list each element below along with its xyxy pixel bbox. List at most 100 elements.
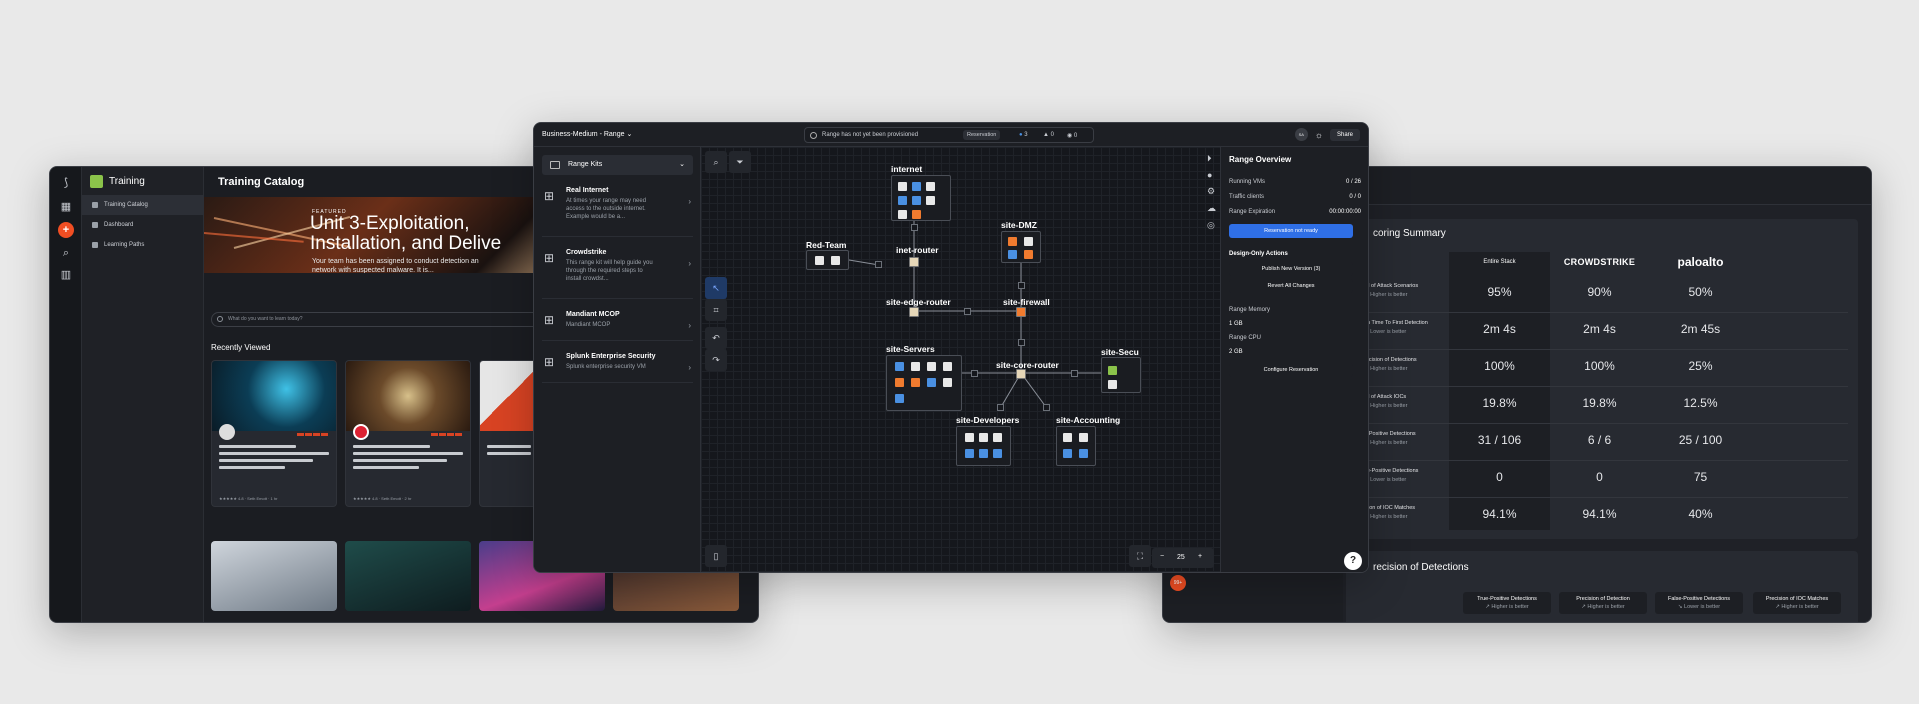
switch-icon[interactable] [1018,339,1025,346]
course-thumbnail [480,361,538,431]
switch-icon[interactable] [971,370,978,377]
sidebar-item-dashboard[interactable]: Dashboard [82,215,204,235]
library-icon[interactable]: ▥ [58,267,74,283]
count: 0 [1050,132,1054,138]
node-site-servers[interactable] [886,355,962,411]
switch-icon[interactable] [1018,282,1025,289]
metric-chip[interactable]: Precision of IOC Matches ↗ Higher is bett… [1753,592,1841,614]
record-icon[interactable]: ● [1207,170,1216,180]
score-cell: 19.8% [1582,396,1617,410]
range-memory-value: 1 GB [1229,321,1243,327]
card-meta: ★★★★★ 4.8 · Seth Emott · 1 hr [219,496,278,501]
sidebar-item-learning-paths[interactable]: Learning Paths [82,235,204,255]
metric-chip[interactable]: Precision of Detection ↗ Higher is better [1559,592,1647,614]
metric-name: se-Positive Detections [1364,468,1419,474]
help-button[interactable]: ? [1344,552,1362,570]
row-value: 00:00:00:00 [1329,209,1361,215]
fit-view-icon[interactable]: ⛶ [1129,545,1151,567]
node-site-dmz[interactable] [1001,231,1041,263]
reservation-button[interactable]: Reservation [963,130,1001,140]
range-memory-label: Range Memory [1229,307,1271,313]
metric-label: recision of Detections ↗ Higher is better [1364,357,1454,372]
sidebar-item-training-catalog[interactable]: Training Catalog [82,195,204,215]
firewall-icon[interactable] [1016,307,1026,317]
card-meta: ★★★★★ 4.8 · Seth Emott · 2 hr [353,496,412,501]
kit-icon: ⊞ [544,355,555,369]
metric-chip[interactable]: True-Positive Detections ↗ Higher is bett… [1463,592,1551,614]
project-selector[interactable]: Business-Medium - Range ⌄ [542,130,632,138]
row-divider [1358,460,1848,461]
vm-icon [927,362,936,371]
chip-title: Precision of IOC Matches [1765,596,1829,602]
play-icon[interactable]: ⏵ [1207,153,1216,164]
vm-icon [1063,433,1072,442]
score-cell: 12.5% [1683,396,1718,410]
zoom-in-button[interactable]: + [1198,553,1202,560]
course-card[interactable] [211,541,337,611]
switch-icon[interactable] [911,224,918,231]
publish-button[interactable]: Publish New Version (3) [1229,262,1353,276]
settings-icon[interactable]: ◎ [1207,220,1216,231]
traffic-icon[interactable]: ⚙ [1207,186,1216,197]
scoring-summary-title: coring Summary [1373,228,1446,239]
switch-icon[interactable] [1043,404,1050,411]
node-red-team[interactable] [806,250,849,270]
course-card[interactable]: ★★★★★ 4.8 · Seth Emott · 2 hr [345,360,471,507]
course-card[interactable] [345,541,471,611]
add-icon[interactable]: + [58,222,74,238]
canvas-side-tools: ⏵ ● ⚙ ☁ ◎ [1207,153,1216,231]
switch-icon[interactable] [997,404,1004,411]
kit-icon: ⊞ [544,251,555,265]
switch-icon[interactable] [875,261,882,268]
router-icon[interactable] [909,307,919,317]
metric-chip[interactable]: False-Positive Detections ↘ Lower is bett… [1655,592,1743,614]
node-core-router-label: site-core-router [996,360,1059,370]
vm-icon [911,378,920,387]
duration: 2 hr [404,496,412,501]
kit-item-crowdstrike[interactable]: ⊞ Crowdstrike This range kit will help gui… [542,249,693,299]
cloud-icon[interactable]: ☁ [1207,203,1216,214]
switch-icon[interactable] [1071,370,1078,377]
kit-item-mandiant[interactable]: ⊞ Mandiant MCOP Mandiant MCOP › [542,311,693,341]
node-site-sec[interactable] [1101,357,1141,393]
kit-description: Mandiant MCOP [566,322,611,328]
app-logo-icon[interactable]: ⟆ [58,175,74,191]
configure-reservation-button[interactable]: Configure Reservation [1229,363,1353,377]
score-cell: 100% [1484,359,1515,373]
row-label: Traffic clients [1229,194,1265,200]
network-canvas[interactable]: ⌕ ⏷ ↖ ⌗ ↶ ↷ ▯ internet Red-Team inet-rou… [701,147,1222,572]
training-logo-icon [90,175,103,188]
vm-icon [831,256,840,265]
notification-badge[interactable]: 99+ [1170,575,1186,591]
theme-icon[interactable]: ☼ [1315,130,1323,140]
score-cell: 25 / 100 [1678,433,1723,447]
chevron-down-icon: ⌄ [626,131,633,138]
switch-icon[interactable] [964,308,971,315]
metric-direction: ↗ Lower is better [1364,477,1454,483]
score-cell: 0 [1596,470,1603,484]
reservation-not-ready-button[interactable]: Reservation not ready [1229,224,1353,238]
revert-button[interactable]: Revert All Changes [1229,279,1353,293]
range-kits-header[interactable]: Range Kits ⌄ [542,155,693,175]
status-text: Range has not yet been provisioned [822,132,919,138]
node-site-developers[interactable] [956,426,1011,466]
kit-item-real-internet[interactable]: ⊞ Real Internet At times your range may ne… [542,187,693,237]
grid-icon[interactable]: ▦ [58,199,74,215]
zoom-out-button[interactable]: − [1160,553,1164,560]
router-icon[interactable] [909,257,919,267]
warning-icon: ▲ [1043,132,1049,138]
metric-direction-text: Higher is better [1370,292,1408,298]
vm-icon [912,210,921,219]
node-internet[interactable] [891,175,951,221]
share-button[interactable]: Share [1329,128,1360,141]
course-card[interactable]: ★★★★★ 4.8 · Seth Emott · 1 hr [211,360,337,507]
kit-item-splunk[interactable]: ⊞ Splunk Enterprise Security Splunk enterp… [542,353,693,383]
course-thumbnail [346,361,470,431]
node-site-accounting[interactable] [1056,426,1096,466]
search-icon[interactable]: ⌕ [58,245,74,261]
course-card[interactable] [479,360,539,507]
router-icon[interactable] [1016,369,1026,379]
search-placeholder: What do you want to learn today? [228,316,303,322]
author: Seth Emott [381,496,401,501]
avatar[interactable]: SA [1294,128,1308,141]
